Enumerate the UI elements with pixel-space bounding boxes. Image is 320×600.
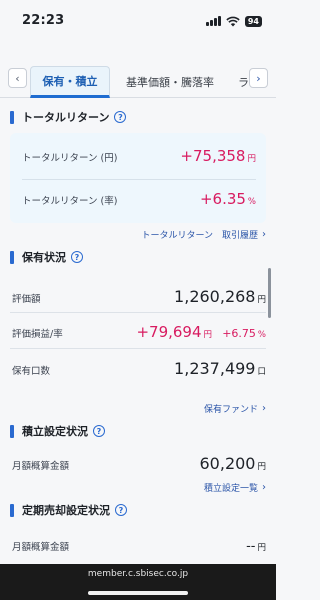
main-content: トータルリターン ? トータルリターン (円) +75,358 円 トータルリター… — [0, 99, 276, 564]
status-bar: 22:23 94 — [0, 0, 276, 46]
help-icon[interactable]: ? — [71, 251, 83, 263]
valuation-value: 1,260,268 — [174, 287, 256, 306]
periodic-sell-monthly-value: -- — [246, 539, 256, 554]
periodic-sell-monthly-row: 月額概算金額 -- 円 — [12, 539, 266, 554]
tab-nav-change[interactable]: 基準価額・騰落率 — [118, 66, 222, 98]
tab-scroll-left-button[interactable]: ‹ — [8, 68, 27, 88]
total-return-rate-value: +6.35 — [199, 190, 246, 208]
units-row: 保有口数 1,237,499 口 — [12, 359, 266, 378]
battery-icon: 94 — [244, 15, 262, 27]
tab-bar: ‹ 保有・積立 基準価額・騰落率 ラ › — [0, 58, 276, 98]
total-return-card: トータルリターン (円) +75,358 円 トータルリターン (率) +6.35… — [10, 133, 266, 223]
tab-holdings-accumulation[interactable]: 保有・積立 — [30, 66, 110, 98]
total-return-rate-row: トータルリターン (率) +6.35% — [22, 190, 256, 208]
units-value: 1,237,499 — [174, 359, 256, 378]
help-icon[interactable]: ? — [114, 111, 127, 123]
chevron-right-icon: › — [262, 229, 266, 240]
help-icon[interactable]: ? — [93, 425, 105, 437]
total-return-yen-value: +75,358 — [180, 147, 246, 165]
divider — [22, 179, 256, 180]
help-icon[interactable]: ? — [115, 504, 127, 516]
accumulation-monthly-value: 60,200 — [199, 454, 256, 473]
divider — [10, 312, 266, 313]
wifi-icon — [226, 16, 240, 26]
status-time: 22:23 — [22, 13, 65, 28]
browser-url-bar[interactable]: member.c.sbisec.co.jp — [0, 564, 276, 600]
home-indicator[interactable] — [88, 591, 188, 595]
scrollbar[interactable] — [268, 268, 271, 318]
total-return-history-link[interactable]: トータルリターン 取引履歴 › — [141, 228, 266, 241]
accumulation-list-link[interactable]: 積立設定一覧 › — [204, 481, 266, 494]
tab-scroll-right-button[interactable]: › — [249, 68, 268, 88]
holding-funds-link[interactable]: 保有ファンド › — [204, 402, 266, 415]
accumulation-monthly-row: 月額概算金額 60,200 円 — [12, 454, 266, 473]
status-icons: 94 — [206, 15, 262, 27]
gain-rate-value: +6.75 — [222, 327, 256, 340]
section-title-accumulation: 積立設定状況 ? — [10, 423, 105, 439]
total-return-yen-row: トータルリターン (円) +75,358 円 — [22, 147, 256, 165]
divider — [10, 348, 266, 349]
section-title-holdings: 保有状況 ? — [10, 249, 83, 265]
chevron-right-icon: › — [262, 403, 266, 414]
chevron-right-icon: › — [262, 482, 266, 493]
gain-value: +79,694 — [136, 323, 202, 341]
chevron-left-icon: ‹ — [15, 71, 20, 85]
cellular-signal-icon — [206, 16, 221, 26]
chevron-right-icon: › — [256, 71, 261, 85]
section-title-total-return: トータルリターン ? — [10, 109, 127, 125]
gain-row: 評価損益/率 +79,694 円 +6.75% — [12, 323, 266, 341]
valuation-row: 評価額 1,260,268 円 — [12, 287, 266, 306]
section-title-periodic-sell: 定期売却設定状況 ? — [10, 502, 127, 518]
url-text: member.c.sbisec.co.jp — [87, 569, 189, 579]
